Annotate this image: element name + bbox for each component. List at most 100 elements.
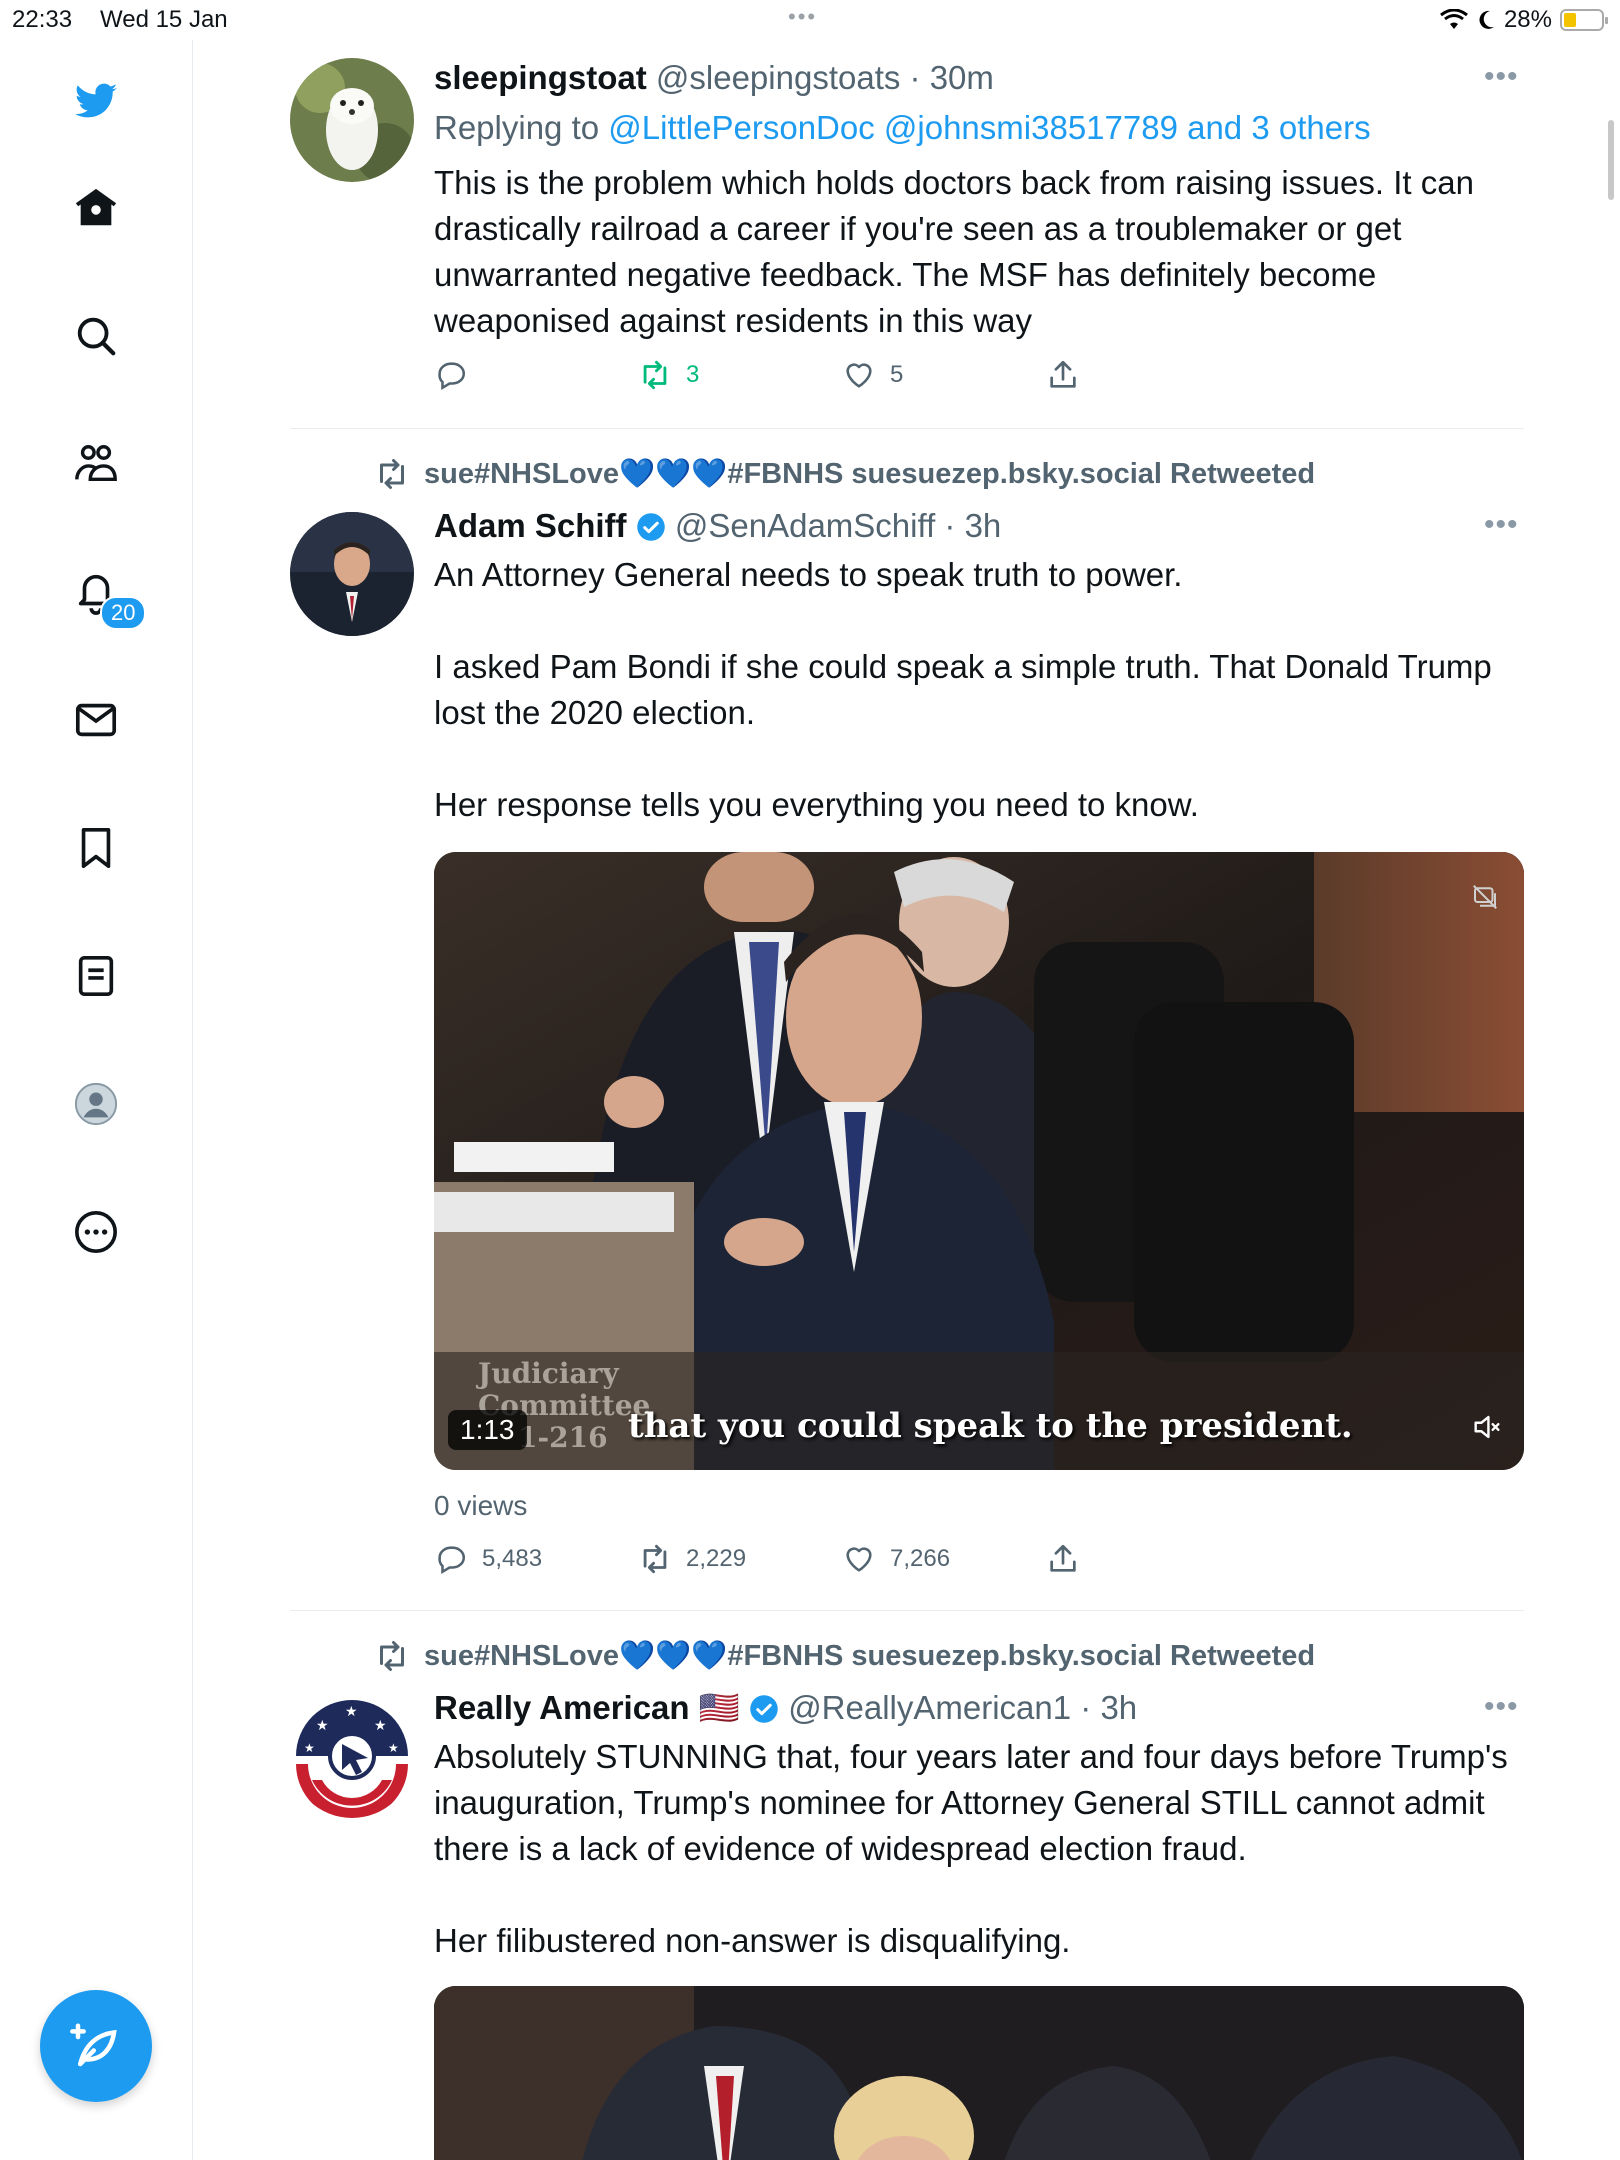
like-button[interactable]: 5: [842, 358, 1046, 392]
retweeted-by-line[interactable]: sue#NHSLove💙💙💙#FBNHS suesuezep.bsky.soci…: [374, 456, 1315, 492]
bookmarks-icon[interactable]: [62, 814, 130, 882]
handle[interactable]: @ReallyAmerican1: [788, 1689, 1071, 1726]
more-options-icon[interactable]: •••: [1484, 1690, 1524, 1723]
retweet-icon: [380, 459, 404, 489]
notifications-badge: 20: [100, 596, 147, 630]
heart-icon: [846, 363, 872, 388]
verified-badge-icon: [750, 1695, 778, 1723]
heart-icon: [846, 1547, 872, 1572]
reply-button[interactable]: 5,483: [434, 1542, 638, 1576]
replying-to-users[interactable]: @LittlePersonDoc @johnsmi38517789 and 3 …: [608, 109, 1370, 146]
tweet-actions: 5,483 2,229 7,266: [434, 1542, 1250, 1576]
status-date: Wed 15 Jan: [100, 6, 228, 33]
reply-button[interactable]: [434, 358, 638, 392]
tweet-divider: [290, 428, 1524, 429]
retweet-count: 3: [686, 361, 700, 388]
content-warning-icon[interactable]: [1470, 882, 1500, 912]
tweet-paragraph: I asked Pam Bondi if she could speak a s…: [434, 648, 1492, 731]
handle[interactable]: @sleepingstoats: [656, 59, 900, 96]
retweet-count: 2,229: [686, 1545, 747, 1572]
messages-envelope-icon[interactable]: [62, 686, 130, 754]
reply-icon: [438, 362, 465, 391]
retweeted-by-line[interactable]: sue#NHSLove💙💙💙#FBNHS suesuezep.bsky.soci…: [374, 1638, 1315, 1674]
timestamp[interactable]: · 30m: [910, 59, 994, 96]
view-count: 0 views: [434, 1490, 528, 1521]
retweet-button[interactable]: 3: [638, 358, 842, 392]
display-name[interactable]: Adam Schiff: [434, 507, 627, 544]
profile-avatar-icon[interactable]: [62, 1070, 130, 1138]
more-options-icon[interactable]: [62, 1198, 130, 1266]
video-caption: that you could speak to the president.: [628, 1406, 1353, 1446]
tweet-video[interactable]: [434, 1986, 1524, 2160]
tweet-header: Adam Schiff @SenAdamSchiff · 3h: [434, 504, 1524, 548]
sidebar: 20: [0, 40, 193, 2160]
tweet-text: Absolutely STUNNING that, four years lat…: [434, 1734, 1524, 1964]
retweet-icon: [380, 1641, 404, 1671]
watermark-line: Judiciary: [478, 1357, 619, 1390]
mute-speaker-icon[interactable]: [1470, 1410, 1504, 1444]
display-name[interactable]: sleepingstoat: [434, 59, 647, 96]
svg-text:★: ★: [304, 1741, 315, 1755]
tweet-adam-schiff[interactable]: sue#NHSLove💙💙💙#FBNHS suesuezep.bsky.soci…: [290, 456, 1524, 1596]
replying-to-line: Replying to @LittlePersonDoc @johnsmi385…: [434, 106, 1524, 150]
retweet-icon: [643, 360, 667, 390]
retweet-icon: [643, 1544, 667, 1574]
avatar[interactable]: [290, 512, 414, 636]
compose-tweet-button[interactable]: [40, 1990, 152, 2102]
communities-icon[interactable]: [62, 430, 130, 498]
status-bar: 22:33 Wed 15 Jan ••• 28%: [0, 0, 1620, 40]
timestamp[interactable]: · 3h: [944, 507, 1001, 544]
lists-icon[interactable]: [62, 942, 130, 1010]
svg-text:★: ★: [316, 1718, 329, 1734]
tweet-header: Really American 🇺🇸 @ReallyAmerican1 · 3h: [434, 1686, 1524, 1730]
svg-text:★: ★: [388, 1741, 399, 1755]
video-frame: [434, 1986, 1524, 2160]
like-count: 7,266: [890, 1545, 951, 1572]
tweet-divider: [290, 1610, 1524, 1611]
battery-icon: [1560, 9, 1608, 31]
tweet-sleepingstoat[interactable]: sleepingstoat @sleepingstoats · 30m ••• …: [290, 56, 1524, 416]
tweet-paragraph: Her response tells you everything you ne…: [434, 786, 1199, 823]
tweet-paragraph: An Attorney General needs to speak truth…: [434, 556, 1183, 593]
retweeted-by-text: sue#NHSLove💙💙💙#FBNHS suesuezep.bsky.soci…: [424, 1640, 1316, 1672]
video-duration: 1:13: [448, 1410, 527, 1450]
more-options-icon[interactable]: •••: [1484, 508, 1524, 541]
share-button[interactable]: [1046, 358, 1250, 392]
tweet-video[interactable]: Judiciary Committee 1-216 1:13 that you …: [434, 852, 1524, 1470]
replying-to-prefix: Replying to: [434, 109, 600, 146]
multitasking-dots-icon[interactable]: •••: [788, 4, 817, 30]
battery-percent: 28%: [1503, 6, 1552, 33]
twitter-logo-icon[interactable]: [62, 68, 130, 136]
tweet-paragraph: Absolutely STUNNING that, four years lat…: [434, 1738, 1508, 1867]
svg-text:★: ★: [345, 1704, 358, 1720]
avatar[interactable]: [290, 58, 414, 182]
retweet-button[interactable]: 2,229: [638, 1542, 842, 1576]
verified-badge-icon: [636, 513, 665, 541]
tweet-header: sleepingstoat @sleepingstoats · 30m: [434, 56, 1524, 100]
tweet-text: An Attorney General needs to speak truth…: [434, 552, 1524, 828]
avatar[interactable]: ★ ★ ★ ★ ★: [290, 1694, 414, 1818]
tweet-really-american[interactable]: sue#NHSLove💙💙💙#FBNHS suesuezep.bsky.soci…: [290, 1638, 1524, 2160]
wifi-icon: [1440, 9, 1468, 29]
scroll-indicator[interactable]: [1608, 120, 1614, 200]
moon-icon: [1479, 10, 1494, 29]
share-icon: [1050, 360, 1076, 388]
tweet-actions: 3 5: [434, 358, 1250, 392]
tweet-text: This is the problem which holds doctors …: [434, 164, 1474, 339]
compose-feather-icon: [70, 2023, 117, 2067]
status-indicators: 28%: [1440, 6, 1608, 34]
display-name[interactable]: Really American: [434, 1689, 690, 1726]
home-icon[interactable]: [62, 174, 130, 242]
handle[interactable]: @SenAdamSchiff: [675, 507, 935, 544]
share-icon: [1050, 1544, 1076, 1572]
share-button[interactable]: [1046, 1542, 1250, 1576]
more-options-icon[interactable]: •••: [1484, 60, 1524, 93]
retweeted-by-text: sue#NHSLove💙💙💙#FBNHS suesuezep.bsky.soci…: [424, 458, 1316, 490]
search-icon[interactable]: [62, 302, 130, 370]
timestamp[interactable]: · 3h: [1080, 1689, 1137, 1726]
tweet-paragraph: Her filibustered non-answer is disqualif…: [434, 1922, 1071, 1959]
reply-count: 5,483: [482, 1545, 543, 1572]
like-button[interactable]: 7,266: [842, 1542, 1046, 1576]
reply-icon: [438, 1546, 465, 1575]
like-count: 5: [890, 361, 904, 388]
